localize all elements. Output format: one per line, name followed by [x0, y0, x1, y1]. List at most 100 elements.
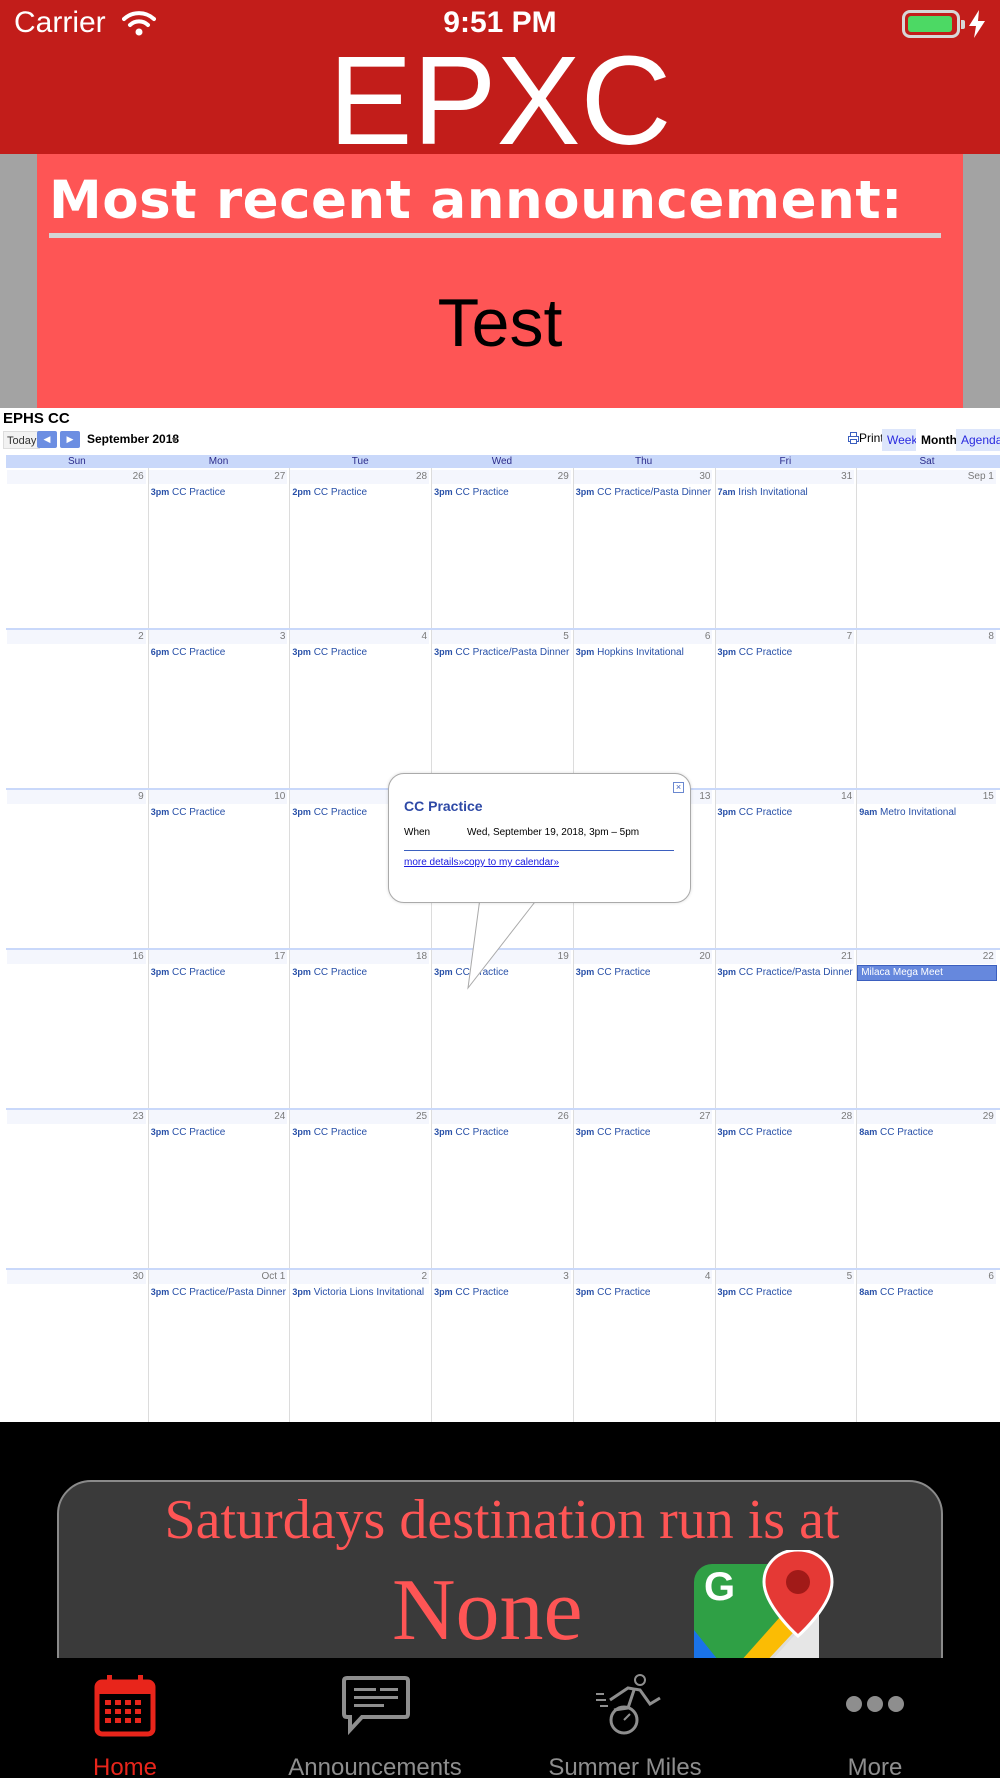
event-title: Irish Invitational — [738, 487, 808, 498]
calendar-event[interactable]: 3pm Hopkins Invitational — [576, 646, 684, 659]
calendar-event[interactable]: 6pm CC Practice — [151, 646, 226, 659]
event-time: 3pm — [150, 967, 170, 977]
event-time: 3pm — [150, 1127, 170, 1137]
calendar-event-allday[interactable]: Milaca Mega Meet — [857, 965, 997, 981]
calendar-event[interactable]: 3pm CC Practice — [151, 806, 226, 819]
tab-announcements[interactable]: Announcements — [250, 1658, 500, 1778]
calendar-event[interactable]: 3pm CC Practice/Pasta Dinner — [434, 646, 569, 659]
tab-more[interactable]: More — [750, 1658, 1000, 1778]
day-number[interactable]: 27 — [573, 1110, 713, 1124]
calendar-event[interactable]: 2pm CC Practice — [292, 486, 367, 499]
day-number[interactable]: 31 — [715, 470, 855, 484]
day-number[interactable]: 8 — [857, 630, 996, 644]
day-number[interactable]: 18 — [290, 950, 430, 964]
day-number[interactable]: 22 — [857, 950, 996, 964]
calendar-event[interactable]: 7am Irish Invitational — [718, 486, 808, 499]
calendar-event[interactable]: 3pm CC Practice — [718, 1126, 793, 1139]
dropdown-arrow-icon[interactable]: ▼ — [170, 435, 179, 445]
tab-summer-miles[interactable]: Summer Miles — [500, 1658, 750, 1778]
calendar-event[interactable]: 3pm CC Practice/Pasta Dinner — [718, 966, 853, 979]
day-number[interactable]: 24 — [148, 1110, 288, 1124]
calendar-event[interactable]: 3pm CC Practice — [292, 806, 367, 819]
day-number[interactable]: 5 — [715, 1270, 855, 1284]
day-number[interactable]: 20 — [573, 950, 713, 964]
day-number[interactable]: 4 — [290, 630, 430, 644]
more-details-link[interactable]: more details» — [404, 857, 464, 868]
day-number[interactable]: 26 — [7, 470, 146, 484]
close-icon[interactable]: × — [673, 782, 684, 793]
day-number[interactable]: 4 — [573, 1270, 713, 1284]
chevron-right-icon[interactable]: ▶ — [60, 431, 80, 448]
calendar-event[interactable]: 3pm CC Practice — [718, 806, 793, 819]
event-title: CC Practice — [171, 1127, 226, 1138]
copy-to-calendar-link[interactable]: copy to my calendar» — [464, 857, 559, 868]
calendar-event[interactable]: 3pm CC Practice — [151, 1126, 226, 1139]
calendar-event[interactable]: 3pm CC Practice — [718, 1286, 793, 1299]
chevron-left-icon[interactable]: ◀ — [37, 431, 57, 448]
event-time: 3pm — [717, 967, 737, 977]
day-number[interactable]: 29 — [432, 470, 571, 484]
day-number[interactable]: 25 — [290, 1110, 430, 1124]
calendar-event[interactable]: 3pm CC Practice — [576, 1286, 651, 1299]
day-number[interactable]: 17 — [148, 950, 288, 964]
day-number[interactable]: 2 — [290, 1270, 430, 1284]
day-number[interactable]: 6 — [857, 1270, 996, 1284]
calendar-event[interactable]: 8am CC Practice — [859, 1126, 933, 1139]
day-number[interactable]: 14 — [715, 790, 855, 804]
day-number[interactable]: 6 — [573, 630, 713, 644]
calendar-event[interactable]: 3pm CC Practice/Pasta Dinner — [151, 1286, 286, 1299]
view-agenda-button[interactable]: Agenda — [956, 429, 1000, 451]
day-number[interactable]: 3 — [432, 1270, 571, 1284]
calendar-event[interactable]: 3pm CC Practice — [718, 646, 793, 659]
day-number[interactable]: 23 — [7, 1110, 146, 1124]
calendar-event[interactable]: 3pm CC Practice — [292, 646, 367, 659]
calendar-month-label[interactable]: September 2018 — [87, 432, 179, 446]
calendar-event[interactable]: 3pm CC Practice — [434, 486, 509, 499]
tab-home[interactable]: Home — [0, 1658, 250, 1778]
destination-card: Saturdays destination run is at None G — [57, 1480, 943, 1680]
day-number[interactable]: 21 — [715, 950, 855, 964]
day-number[interactable]: 10 — [148, 790, 288, 804]
popup-when-label: When — [404, 827, 431, 838]
calendar-event[interactable]: 3pm CC Practice — [292, 966, 367, 979]
popup-pointer — [467, 894, 539, 990]
day-number[interactable]: 28 — [715, 1110, 855, 1124]
calendar-event[interactable]: 3pm CC Practice — [151, 486, 226, 499]
day-number[interactable]: 3 — [148, 630, 288, 644]
day-number[interactable]: 15 — [857, 790, 996, 804]
day-number[interactable]: 2 — [7, 630, 146, 644]
day-number[interactable]: 29 — [857, 1110, 996, 1124]
day-number[interactable]: Oct 1 — [148, 1270, 288, 1284]
calendar-event[interactable]: 3pm CC Practice/Pasta Dinner — [576, 486, 711, 499]
day-number[interactable]: 16 — [7, 950, 146, 964]
calendar-embed[interactable]: EPHS CC Today ◀ ▶ September 2018 ▼ Print… — [0, 408, 1000, 1422]
event-title: Hopkins Invitational — [597, 647, 684, 658]
day-number[interactable]: 7 — [715, 630, 855, 644]
print-button[interactable]: Print — [848, 431, 884, 445]
calendar-event[interactable]: 3pm CC Practice — [576, 966, 651, 979]
calendar-event[interactable]: 3pm CC Practice — [576, 1126, 651, 1139]
calendar-event[interactable]: 3pm CC Practice — [434, 1286, 509, 1299]
event-popup: × CC Practice When Wed, September 19, 20… — [388, 773, 691, 903]
calendar-event[interactable]: 9am Metro Invitational — [859, 806, 956, 819]
day-number[interactable]: Sep 1 — [857, 470, 996, 484]
event-title: CC Practice — [738, 1287, 793, 1298]
event-time: 3pm — [434, 967, 453, 977]
calendar-event[interactable]: 3pm CC Practice — [434, 1126, 509, 1139]
event-time: 3pm — [575, 1127, 595, 1137]
event-time: 3pm — [150, 807, 170, 817]
weekday-header: Sun Mon Tue Wed Thu Fri Sat — [6, 455, 1000, 468]
calendar-event[interactable]: 3pm CC Practice — [292, 1126, 367, 1139]
calendar-event[interactable]: 3pm CC Practice — [151, 966, 226, 979]
day-number[interactable]: 28 — [290, 470, 430, 484]
day-number[interactable]: 27 — [148, 470, 288, 484]
day-number[interactable]: 30 — [573, 470, 713, 484]
day-number[interactable]: 9 — [7, 790, 146, 804]
event-title: CC Practice — [313, 967, 368, 978]
today-button[interactable]: Today — [3, 431, 41, 449]
calendar-event[interactable]: 8am CC Practice — [859, 1286, 933, 1299]
day-number[interactable]: 5 — [432, 630, 571, 644]
calendar-event[interactable]: 3pm Victoria Lions Invitational — [292, 1286, 424, 1299]
day-number[interactable]: 26 — [432, 1110, 571, 1124]
day-number[interactable]: 30 — [7, 1270, 146, 1284]
